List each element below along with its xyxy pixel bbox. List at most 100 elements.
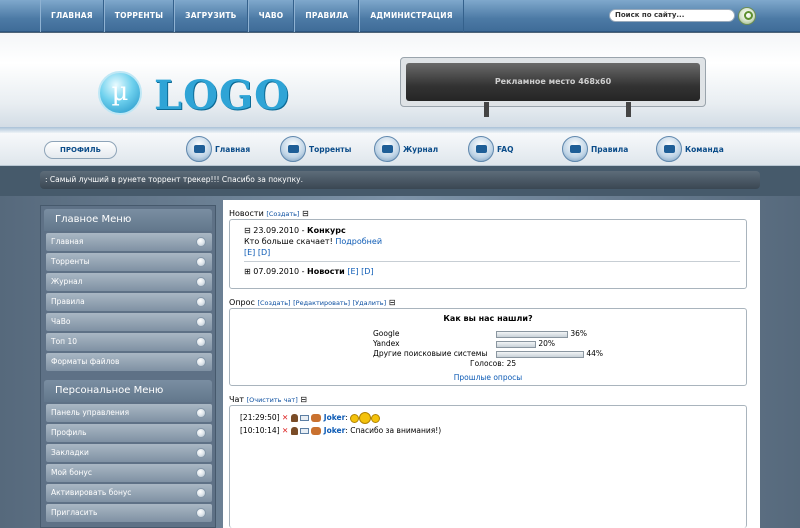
profile-button[interactable]: ПРОФИЛЬ: [44, 141, 117, 159]
bullet-icon: [196, 508, 206, 518]
sidebar-item-journal[interactable]: Журнал: [46, 273, 212, 291]
chat-username[interactable]: Joker: [324, 426, 346, 435]
delete-icon[interactable]: ✕: [282, 413, 288, 422]
user-icon[interactable]: [290, 414, 298, 422]
ad-stand-leg: [626, 102, 631, 117]
mail-icon[interactable]: [300, 415, 310, 421]
user-icon[interactable]: [290, 427, 298, 435]
poll-option-label: Yandex: [373, 339, 400, 348]
book-icon: [562, 136, 588, 162]
icon-nav-journal[interactable]: Журнал: [374, 136, 438, 162]
sidebar-item-bookmarks[interactable]: Закладки: [46, 444, 212, 462]
search-input[interactable]: Поиск по сайту...: [609, 9, 735, 22]
collapse-icon[interactable]: ⊟: [300, 395, 307, 404]
news-separator: -: [299, 267, 308, 276]
bullet-icon: [196, 448, 206, 458]
top-nav-rules[interactable]: ПРАВИЛА: [294, 0, 360, 32]
sidebar-item-profile[interactable]: Профиль: [46, 424, 212, 442]
collapse-icon[interactable]: ⊟: [244, 226, 251, 235]
sidebar-item-label: Закладки: [51, 448, 89, 457]
sidebar-item-my-bonus[interactable]: Мой бонус: [46, 464, 212, 482]
bullet-icon: [196, 237, 206, 247]
news-header: Новости [Создать] ⊟: [229, 209, 309, 218]
poll-delete-link[interactable]: [Удалить]: [353, 299, 387, 307]
bullet-icon: [196, 257, 206, 267]
chat-header: Чат [Очистить чат] ⊟: [229, 395, 307, 404]
news-separator: -: [299, 226, 308, 235]
sidebar-item-torrents[interactable]: Торренты: [46, 253, 212, 271]
sidebar-item-label: ЧаВо: [51, 317, 71, 326]
chat-box: [21:29:50] ✕ Joker: [10:10:14] ✕ Joker: …: [229, 405, 747, 528]
news-item: ⊞ 07.09.2010 - Новости [E] [D]: [244, 267, 374, 276]
news-actions[interactable]: [E] [D]: [347, 267, 373, 276]
sidebar-item-faq[interactable]: ЧаВо: [46, 313, 212, 331]
announcement-text: : Самый лучший в рунете торрент трекер!!…: [40, 171, 760, 189]
users-icon[interactable]: [311, 427, 322, 435]
poll-edit-link[interactable]: [Редактировать]: [293, 299, 350, 307]
icon-nav-team[interactable]: Команда: [656, 136, 724, 162]
poll-box: Как вы нас нашли? Google 36% Yandex 20% …: [229, 308, 747, 386]
sidebar-item-label: Главная: [51, 237, 84, 246]
news-text: Кто больше скачает!: [244, 237, 336, 246]
poll-percent: 36%: [570, 329, 588, 338]
collapse-icon[interactable]: ⊟: [302, 209, 309, 218]
top-nav-upload[interactable]: ЗАГРУЗИТЬ: [174, 0, 248, 32]
poll-votes: Голосов: 25: [470, 359, 517, 368]
site-header: µ LOGO Рекламное место 468x60: [0, 33, 800, 133]
sidebar-item-home[interactable]: Главная: [46, 233, 212, 251]
icon-nav-label: FAQ: [497, 144, 514, 154]
bullet-icon: [196, 408, 206, 418]
sidebar-item-formats[interactable]: Форматы файлов: [46, 353, 212, 371]
search-icon[interactable]: [738, 7, 756, 25]
icon-nav-label: Главная: [215, 144, 251, 154]
expand-icon[interactable]: ⊞: [244, 267, 251, 276]
sidebar-item-top10[interactable]: Топ 10: [46, 333, 212, 351]
top-nav-home[interactable]: ГЛАВНАЯ: [40, 0, 104, 32]
icon-nav-torrents[interactable]: Торренты: [280, 136, 351, 162]
poll-header: Опрос [Создать] [Редактировать] [Удалить…: [229, 298, 395, 307]
icon-nav-rules[interactable]: Правила: [562, 136, 628, 162]
news-item: ⊟ 23.09.2010 - Конкурс: [244, 226, 346, 235]
top-nav-faq[interactable]: ЧАВО: [247, 0, 295, 32]
smiley-icon: [350, 413, 360, 423]
icon-navigation-bar: ПРОФИЛЬ Главная Торренты Журнал FAQ Прав…: [0, 133, 800, 166]
icon-nav-label: Правила: [591, 144, 629, 154]
sidebar-item-activate-bonus[interactable]: Активировать бонус: [46, 484, 212, 502]
bullet-icon: [196, 428, 206, 438]
home-icon: [186, 136, 212, 162]
delete-icon[interactable]: ✕: [282, 426, 288, 435]
poll-bar: [496, 350, 584, 358]
read-more-link[interactable]: Подробней: [335, 237, 382, 246]
ad-banner[interactable]: Рекламное место 468x60: [400, 57, 706, 107]
news-create-link[interactable]: [Создать]: [266, 210, 299, 218]
icon-nav-label: Журнал: [403, 144, 439, 154]
icon-nav-home[interactable]: Главная: [186, 136, 250, 162]
news-actions[interactable]: [E] [D]: [244, 248, 270, 257]
mail-icon[interactable]: [300, 428, 310, 434]
news-date: 07.09.2010: [253, 267, 300, 276]
divider: [244, 261, 740, 262]
sidebar-item-label: Панель управления: [51, 408, 130, 417]
news-date: 23.09.2010: [253, 226, 300, 235]
logo-text: LOGO: [154, 72, 290, 119]
collapse-icon[interactable]: ⊟: [389, 298, 396, 307]
top-nav-admin[interactable]: АДМИНИСТРАЦИЯ: [359, 0, 464, 32]
sidebar-item-invite[interactable]: Пригласить: [46, 504, 212, 522]
news-item-title: Новости: [307, 267, 345, 276]
icon-nav-faq[interactable]: FAQ: [468, 136, 513, 162]
chat-time: [21:29:50]: [240, 413, 280, 422]
sidebar-item-rules[interactable]: Правила: [46, 293, 212, 311]
top-nav-torrents[interactable]: ТОРРЕНТЫ: [103, 0, 175, 32]
poll-title: Опрос: [229, 298, 255, 307]
poll-create-link[interactable]: [Создать]: [257, 299, 290, 307]
sidebar-item-control-panel[interactable]: Панель управления: [46, 404, 212, 422]
ad-stand-leg: [484, 102, 489, 117]
chat-username[interactable]: Joker: [324, 413, 346, 422]
news-item-title: Конкурс: [307, 226, 346, 235]
poll-percent: 20%: [538, 339, 556, 348]
chat-clear-link[interactable]: [Очистить чат]: [247, 396, 298, 404]
users-icon[interactable]: [311, 414, 322, 422]
past-polls-link[interactable]: Прошлые опросы: [230, 373, 746, 382]
bullet-icon: [196, 337, 206, 347]
poll-bar: [496, 330, 568, 338]
